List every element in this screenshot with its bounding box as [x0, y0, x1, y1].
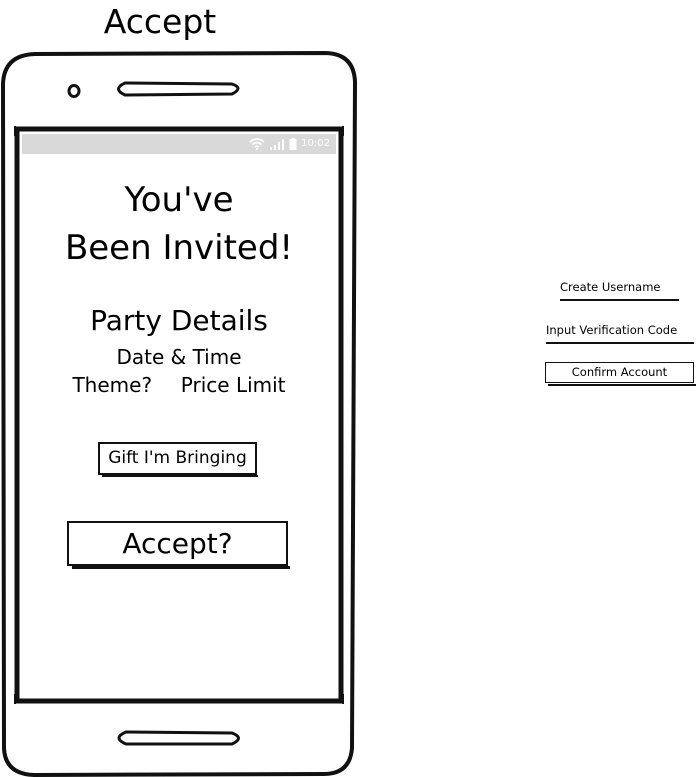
verification-code-field[interactable]: Input Verification Code: [546, 322, 694, 338]
confirm-account-button[interactable]: Confirm Account: [545, 362, 696, 386]
party-details-title: Party Details: [90, 304, 268, 337]
price-limit-text: Price Limit: [180, 373, 286, 397]
create-username-field[interactable]: Create Username: [560, 279, 684, 295]
mockup-canvas: Accept 10:02 You've Been Invited! Party …: [0, 0, 696, 777]
verification-underline: [546, 342, 694, 344]
battery-icon: [289, 138, 297, 150]
invite-line-1: You've: [124, 180, 234, 220]
home-button[interactable]: [117, 730, 240, 746]
wifi-icon: [249, 138, 265, 150]
invite-line-2: Been Invited!: [64, 228, 294, 268]
date-time-text: Date & Time: [116, 345, 242, 369]
status-icons: 10:02: [249, 137, 330, 151]
status-bar: 10:02: [22, 134, 336, 154]
signal-icon: [270, 139, 285, 150]
status-time: 10:02: [301, 138, 330, 149]
theme-text: Theme?: [72, 373, 153, 397]
accept-button[interactable]: Accept?: [67, 521, 290, 569]
account-form: Create Username Input Verification Code …: [544, 278, 696, 388]
speaker-icon: [117, 81, 240, 97]
username-underline: [560, 299, 679, 301]
gift-button[interactable]: Gift I'm Bringing: [98, 442, 258, 477]
invite-heading: You've Been Invited!: [22, 176, 336, 272]
theme-price-row: Theme? Price Limit: [22, 372, 336, 399]
camera-icon: [67, 84, 81, 98]
